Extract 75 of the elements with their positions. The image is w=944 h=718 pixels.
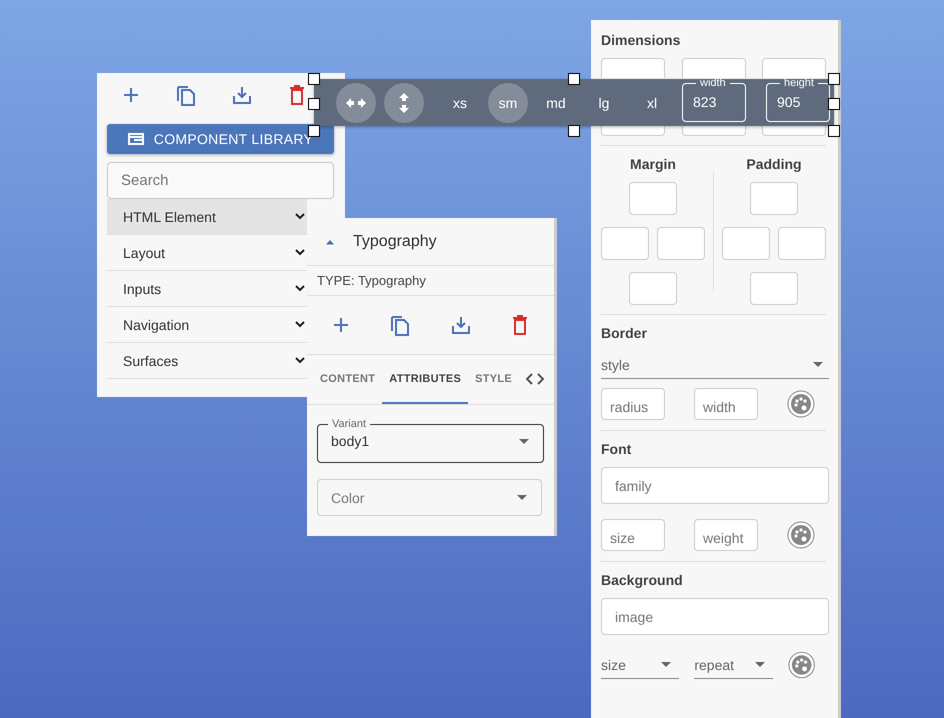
dimension-field[interactable] [762,58,826,78]
dimension-field[interactable] [762,125,826,136]
width-field[interactable]: width 823 [682,78,746,122]
download-icon[interactable] [232,85,252,105]
padding-field[interactable] [750,272,798,305]
breakpoint-button[interactable]: md [536,82,576,122]
component-library-button[interactable]: COMPONENT LIBRARY [107,124,334,154]
breakpoint-button[interactable]: lg [584,82,624,122]
margin-field[interactable] [629,272,677,305]
tab[interactable]: ATTRIBUTES [382,355,468,404]
border-width-field[interactable]: width [694,388,758,420]
chevron-icon [295,249,305,256]
code-icon [526,372,544,384]
add-icon[interactable] [123,87,139,103]
copy-icon[interactable] [176,84,196,106]
palette-icon[interactable] [788,651,815,679]
margin-field[interactable] [629,182,677,215]
horizontal-arrows-icon [346,98,366,108]
vertical-arrows-icon [399,92,409,112]
delete-icon[interactable] [512,315,528,335]
background-repeat-select[interactable]: repeat [694,651,773,679]
background-image-field[interactable]: image [601,598,829,635]
resize-handle[interactable] [828,98,840,110]
resize-handle[interactable] [308,98,320,110]
section-heading: Border [601,325,648,341]
padding-field[interactable] [722,227,770,260]
download-icon[interactable] [451,315,471,335]
add-icon[interactable] [333,317,349,333]
copy-icon[interactable] [390,314,410,336]
resize-handle[interactable] [568,125,580,137]
breakpoint-button[interactable]: xl [632,82,672,122]
window-icon [128,133,144,145]
dimension-field[interactable] [682,58,746,78]
chevron-icon [295,213,305,220]
section-heading: Font [601,441,632,457]
panel-title: Typography [353,232,437,250]
margin-field[interactable] [601,227,649,260]
component-type: TYPE: Typography [307,266,554,296]
height-toggle-button[interactable] [384,82,424,122]
delete-icon[interactable] [288,85,305,105]
chevron-icon [295,285,305,292]
chevron-icon [295,357,305,364]
breakpoint-button[interactable]: sm [488,82,528,122]
tab[interactable]: STYLE [468,355,520,404]
palette-icon[interactable] [787,521,815,549]
border-radius-field[interactable]: radius [601,388,665,420]
section-heading: Padding [746,156,802,172]
section-heading: Background [601,572,684,588]
chevron-icon [295,321,305,328]
margin-field[interactable] [657,227,705,260]
resize-handle[interactable] [828,73,840,85]
dimension-field[interactable] [601,125,665,136]
dimension-field[interactable] [601,58,665,78]
resize-handle[interactable] [568,73,580,85]
padding-field[interactable] [750,182,798,215]
breakpoint-button[interactable]: xs [440,82,480,122]
width-toggle-button[interactable] [336,82,376,122]
border-style-select[interactable]: style [601,351,829,379]
category-item[interactable]: HTML Element [107,199,307,235]
dimension-field[interactable] [682,125,746,136]
color-select[interactable]: Color [317,479,542,516]
tab[interactable]: CONTENT [313,355,382,404]
collapse-icon[interactable] [325,238,335,244]
palette-icon[interactable] [787,390,815,418]
resize-handle[interactable] [828,125,840,137]
variant-select[interactable]: Variant body1 [317,419,544,463]
section-heading: Dimensions [601,32,682,48]
font-weight-field[interactable]: weight [694,519,758,551]
resize-handle[interactable] [308,73,320,85]
section-heading: Margin [630,156,676,172]
font-size-field[interactable]: size [601,519,665,551]
search-field[interactable]: Search [107,162,334,199]
font-family-field[interactable]: family [601,467,829,504]
padding-field[interactable] [778,227,826,260]
background-size-select[interactable]: size [601,651,680,679]
